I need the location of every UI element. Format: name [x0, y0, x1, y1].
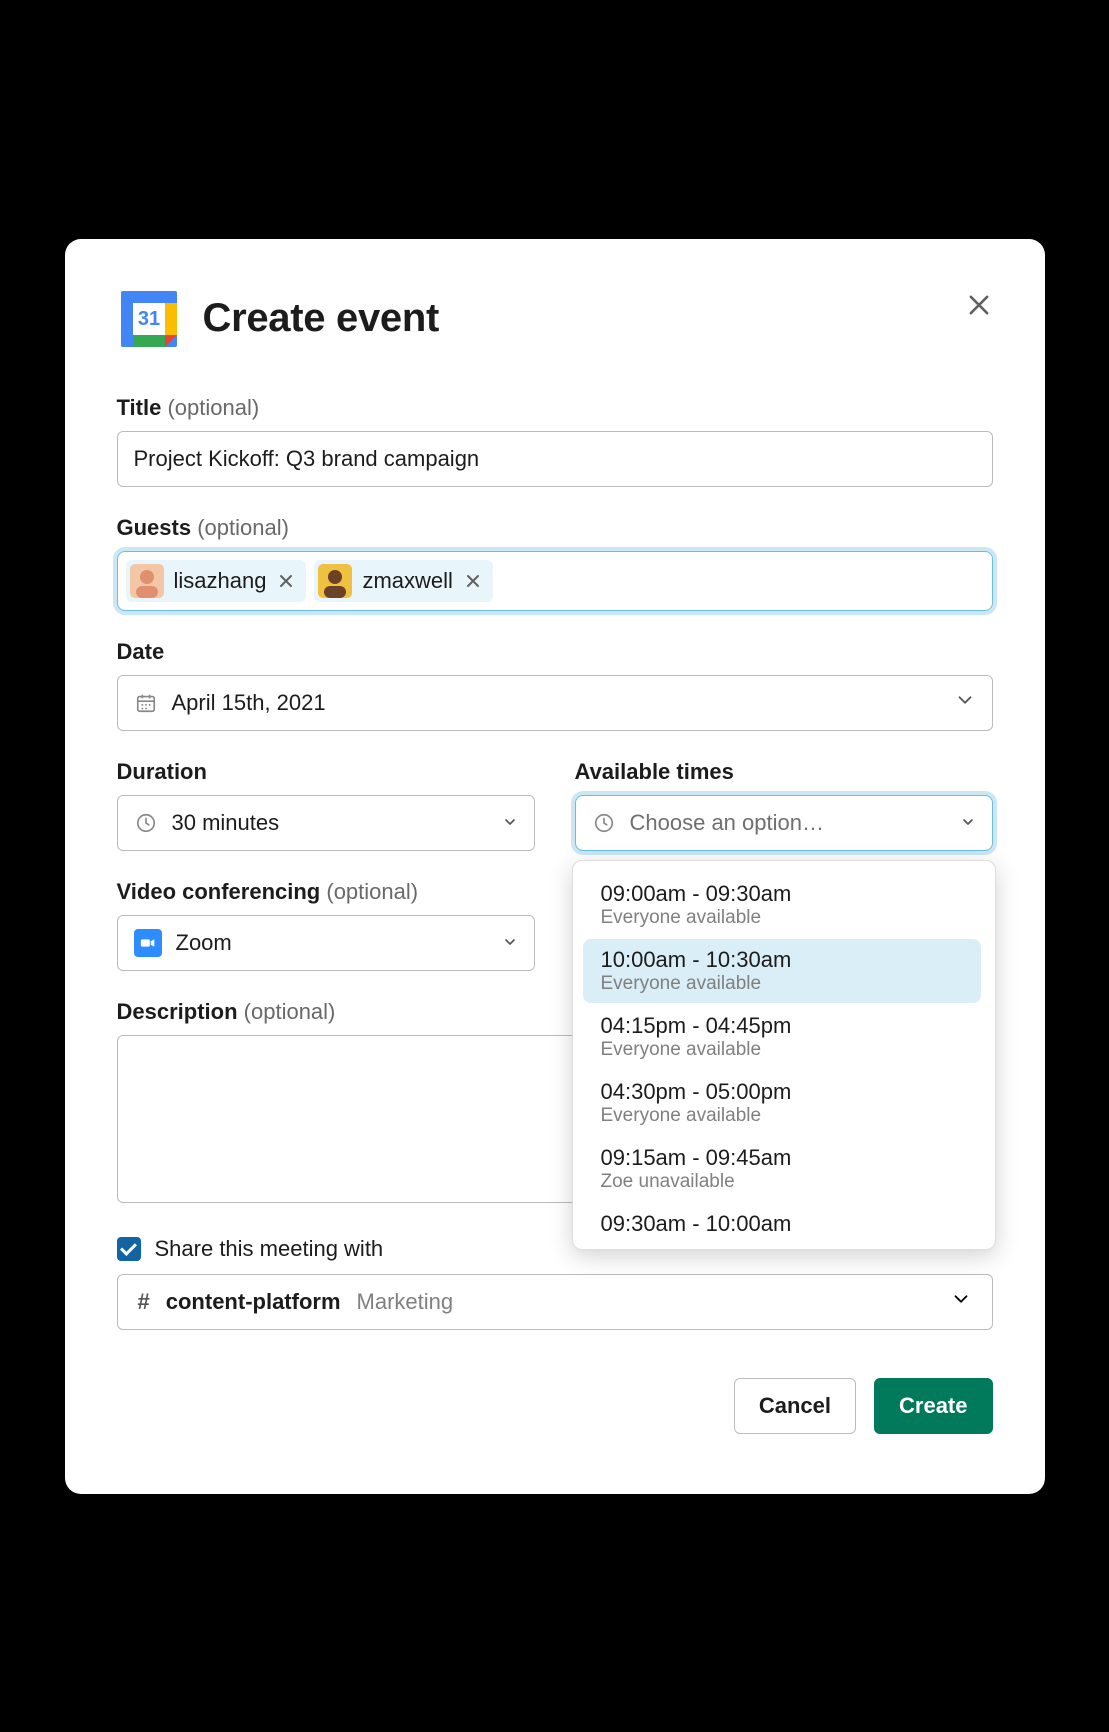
avatar-icon	[318, 564, 352, 598]
remove-guest-button[interactable]	[276, 571, 296, 591]
chevron-down-icon	[954, 689, 976, 717]
option-time: 09:30am - 10:00am	[601, 1211, 963, 1237]
close-icon	[278, 573, 294, 589]
chevron-down-icon	[502, 930, 518, 956]
option-time: 10:00am - 10:30am	[601, 947, 963, 973]
available-time-option[interactable]: 04:30pm - 05:00pmEveryone available	[583, 1071, 981, 1135]
channel-workspace: Marketing	[357, 1289, 454, 1315]
available-times-field: Available times Choose an option… 09:00a…	[575, 759, 993, 851]
video-label: Video conferencing	[117, 879, 321, 904]
duration-select[interactable]: 30 minutes	[117, 795, 535, 851]
modal-title: Create event	[203, 296, 440, 341]
video-value: Zoom	[176, 930, 232, 956]
available-times-select[interactable]: Choose an option… 09:00am - 09:30amEvery…	[575, 795, 993, 851]
guest-chip: zmaxwell	[314, 560, 492, 602]
clock-icon	[134, 811, 158, 835]
option-subtitle: Everyone available	[601, 1105, 963, 1127]
title-input[interactable]	[134, 446, 976, 472]
close-button[interactable]	[965, 291, 993, 319]
video-conferencing-field: Video conferencing (optional) Zoom	[117, 879, 535, 971]
guest-name: lisazhang	[174, 568, 267, 594]
duration-label: Duration	[117, 759, 207, 784]
title-optional: (optional)	[167, 395, 259, 420]
available-time-option[interactable]: 09:15am - 09:45amZoe unavailable	[583, 1137, 981, 1201]
avatar-icon	[130, 564, 164, 598]
option-subtitle: Everyone available	[601, 1039, 963, 1061]
share-channel-select[interactable]: # content-platform Marketing	[117, 1274, 993, 1330]
close-icon	[965, 291, 993, 319]
guests-optional: (optional)	[197, 515, 289, 540]
create-button[interactable]: Create	[874, 1378, 992, 1434]
option-time: 04:15pm - 04:45pm	[601, 1013, 963, 1039]
title-label: Title	[117, 395, 162, 420]
option-subtitle: Zoe unavailable	[601, 1171, 963, 1193]
option-subtitle: Everyone available	[601, 973, 963, 995]
clock-icon	[592, 811, 616, 835]
share-label: Share this meeting with	[155, 1236, 384, 1262]
description-label: Description	[117, 999, 238, 1024]
date-label: Date	[117, 639, 165, 664]
calendar-icon	[134, 691, 158, 715]
available-time-option[interactable]: 09:00am - 09:30amEveryone available	[583, 873, 981, 937]
cancel-button[interactable]: Cancel	[734, 1378, 856, 1434]
chevron-down-icon	[960, 810, 976, 836]
remove-guest-button[interactable]	[463, 571, 483, 591]
available-times-label: Available times	[575, 759, 734, 784]
create-event-modal: 31 Create event Title (optional) Guests …	[65, 239, 1045, 1494]
date-select[interactable]: April 15th, 2021	[117, 675, 993, 731]
option-subtitle: Everyone available	[601, 907, 963, 929]
close-icon	[465, 573, 481, 589]
title-field: Title (optional)	[117, 395, 993, 487]
guests-label: Guests	[117, 515, 192, 540]
video-conferencing-select[interactable]: Zoom	[117, 915, 535, 971]
date-field: Date April 15th, 2021	[117, 639, 993, 731]
available-times-placeholder: Choose an option…	[630, 810, 824, 836]
channel-name: content-platform	[166, 1289, 341, 1315]
modal-footer: Cancel Create	[117, 1378, 993, 1434]
option-time: 09:00am - 09:30am	[601, 881, 963, 907]
description-optional: (optional)	[244, 999, 336, 1024]
zoom-icon	[134, 929, 162, 957]
guest-chip: lisazhang	[126, 560, 307, 602]
available-times-dropdown: 09:00am - 09:30amEveryone available10:00…	[572, 860, 996, 1250]
option-time: 09:15am - 09:45am	[601, 1145, 963, 1171]
available-time-option[interactable]: 04:15pm - 04:45pmEveryone available	[583, 1005, 981, 1069]
available-time-option[interactable]: 10:00am - 10:30amEveryone available	[583, 939, 981, 1003]
google-calendar-icon: 31	[117, 287, 181, 351]
date-value: April 15th, 2021	[172, 690, 326, 716]
chevron-down-icon	[950, 1288, 972, 1316]
guests-input[interactable]: lisazhang zmaxwell	[117, 551, 993, 611]
guest-name: zmaxwell	[362, 568, 452, 594]
duration-available-row: Duration 30 minutes Available times Choo…	[117, 759, 993, 879]
duration-value: 30 minutes	[172, 810, 280, 836]
video-optional: (optional)	[326, 879, 418, 904]
svg-text:31: 31	[137, 308, 159, 330]
hash-icon: #	[138, 1289, 150, 1315]
available-times-list[interactable]: 09:00am - 09:30amEveryone available10:00…	[575, 871, 993, 1247]
option-time: 04:30pm - 05:00pm	[601, 1079, 963, 1105]
chevron-down-icon	[502, 810, 518, 836]
guests-field: Guests (optional) lisazhang zmaxwell	[117, 515, 993, 611]
available-time-option[interactable]: 09:30am - 10:00am	[583, 1203, 981, 1245]
share-checkbox[interactable]	[117, 1237, 141, 1261]
duration-field: Duration 30 minutes	[117, 759, 535, 851]
share-field: Share this meeting with # content-platfo…	[117, 1236, 993, 1330]
